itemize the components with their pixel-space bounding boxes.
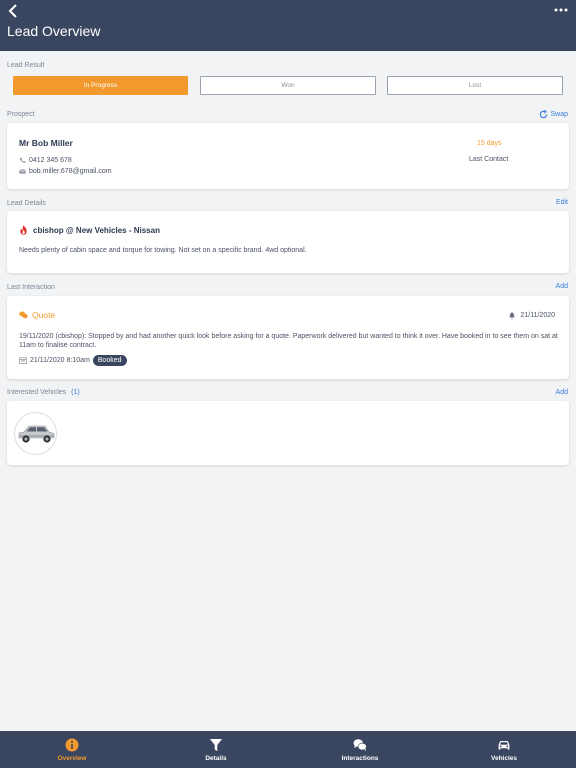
- days-since-contact: 15 days: [477, 140, 502, 147]
- prospect-card[interactable]: Mr Bob Miller 0412 345 678 bob.miller.67…: [7, 123, 569, 189]
- info-icon: [65, 738, 79, 751]
- email-icon: [19, 169, 26, 174]
- prospect-phone: 0412 345 678: [29, 157, 72, 164]
- status-badge: Booked: [92, 355, 127, 366]
- page-title: Lead Overview: [7, 23, 101, 39]
- tab-overview-label: Overview: [57, 754, 87, 762]
- swap-label: Swap: [550, 111, 568, 118]
- lead-details-card: cbishop @ New Vehicles - Nissan Needs pl…: [7, 211, 569, 273]
- lead-description: Needs plenty of cabin space and torque f…: [19, 247, 307, 254]
- booking-time: 21/11/2020 8:10am: [30, 357, 90, 364]
- last-contact-label: Last Contact: [469, 156, 509, 163]
- tab-overview[interactable]: Overview: [0, 731, 144, 768]
- interaction-type: Quote: [32, 310, 56, 320]
- lead-title-row: cbishop @ New Vehicles - Nissan: [19, 225, 160, 235]
- tab-details[interactable]: Details: [144, 731, 288, 768]
- tab-vehicles-label: Vehicles: [490, 754, 518, 762]
- last-interaction-label: Last Interaction: [7, 284, 55, 291]
- lead-result-label: Lead Result: [7, 62, 45, 69]
- tab-interactions-label: Interactions: [341, 754, 379, 762]
- interested-vehicles-label-row: Interested Vehicles (1): [7, 389, 80, 396]
- interested-vehicles-card: [7, 401, 569, 465]
- interaction-type-row: Quote: [19, 310, 55, 320]
- car-icon: [498, 740, 510, 749]
- result-won-button[interactable]: Won: [200, 76, 376, 95]
- interaction-notes: 19/11/2020 (cbishop): Stopped by and had…: [19, 333, 558, 349]
- prospect-label: Prospect: [7, 111, 35, 118]
- add-vehicle-button[interactable]: Add: [556, 389, 568, 396]
- lead-title: cbishop @ New Vehicles - Nissan: [33, 225, 160, 235]
- calendar-icon: [19, 357, 27, 364]
- interested-vehicles-label: Interested Vehicles: [7, 389, 67, 396]
- phone-icon: [19, 157, 26, 163]
- tab-vehicles[interactable]: Vehicles: [432, 731, 576, 768]
- prospect-email: bob.miller.678@gmail.com: [29, 168, 112, 175]
- back-chevron-icon[interactable]: [6, 3, 22, 19]
- booking-row: 21/11/2020 8:10am Booked: [19, 355, 127, 366]
- tab-details-label: Details: [205, 754, 227, 762]
- last-interaction-card[interactable]: Quote 21/11/2020 19/11/2020 (cbishop): S…: [7, 296, 569, 379]
- interested-vehicles-count: (1): [71, 389, 80, 396]
- top-nav-bar: Lead Overview: [0, 0, 576, 51]
- suv-image: [18, 425, 54, 443]
- tab-interactions[interactable]: Interactions: [288, 731, 432, 768]
- funnel-icon: [210, 738, 222, 751]
- result-in-progress-button[interactable]: In Progress: [13, 76, 188, 95]
- chat-bubbles-icon: [19, 311, 28, 319]
- swap-button[interactable]: Swap: [539, 110, 568, 119]
- prospect-phone-row[interactable]: 0412 345 678: [19, 157, 72, 164]
- prospect-name: Mr Bob Miller: [19, 138, 73, 148]
- edit-lead-button[interactable]: Edit: [556, 199, 568, 206]
- interaction-date: 21/11/2020: [520, 312, 555, 319]
- refresh-icon: [540, 110, 548, 119]
- lead-details-label: Lead Details: [7, 200, 46, 207]
- add-interaction-button[interactable]: Add: [556, 283, 568, 290]
- prospect-email-row[interactable]: bob.miller.678@gmail.com: [19, 168, 112, 175]
- bottom-tab-bar: Overview Details Interactions Vehicles: [0, 731, 576, 768]
- result-lost-button[interactable]: Lost: [387, 76, 563, 95]
- flame-icon: [20, 225, 27, 235]
- chat-bubbles-icon: [353, 738, 367, 751]
- interaction-date-row: 21/11/2020: [509, 312, 555, 319]
- vehicle-thumbnail[interactable]: [14, 412, 57, 455]
- more-options-icon[interactable]: [554, 7, 568, 13]
- bell-icon: [509, 312, 516, 319]
